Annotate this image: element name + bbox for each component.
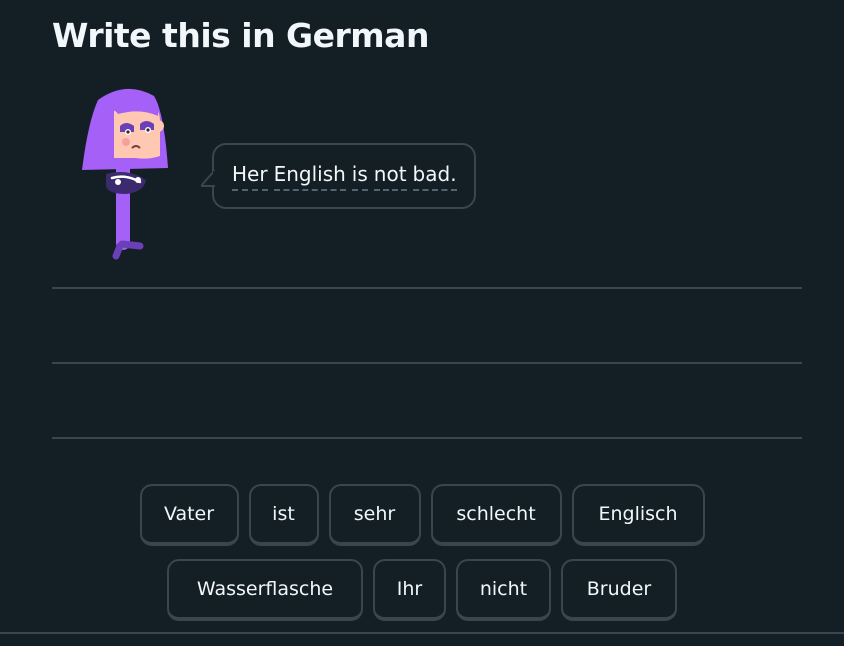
word-tile[interactable]: schlecht [430, 484, 562, 546]
word-tile[interactable]: Englisch [571, 484, 705, 546]
answer-line[interactable] [52, 437, 802, 439]
word-tile[interactable]: sehr [328, 484, 421, 546]
word-tile[interactable]: Ihr [373, 559, 446, 621]
prompt-word[interactable]: is [351, 162, 368, 191]
word-tile[interactable]: Wasserflasche [167, 559, 363, 621]
word-bank-row: Wasserflasche Ihr nicht Bruder [0, 559, 844, 621]
prompt-word[interactable]: not [373, 162, 407, 191]
prompt-sentence: Her English is not bad. [232, 162, 457, 191]
answer-line[interactable] [52, 362, 802, 364]
word-tile[interactable]: nicht [456, 559, 551, 621]
prompt-word[interactable]: English [273, 162, 346, 191]
prompt-word[interactable]: bad. [412, 162, 457, 191]
answer-line[interactable] [52, 287, 802, 289]
character-illustration [82, 88, 168, 260]
word-bank-row: Vater ist sehr schlecht Englisch [0, 484, 844, 546]
word-tile[interactable]: Bruder [561, 559, 677, 621]
page-title: Write this in German [52, 16, 429, 55]
word-tile[interactable]: Vater [139, 484, 239, 546]
exercise-page: Write this in German Her English is not … [0, 0, 844, 646]
prompt-speech-bubble: Her English is not bad. [201, 143, 476, 209]
word-tile[interactable]: ist [248, 484, 319, 546]
footer-divider [0, 632, 844, 634]
bubble-tail [201, 170, 215, 187]
prompt-word[interactable]: Her [232, 162, 268, 191]
